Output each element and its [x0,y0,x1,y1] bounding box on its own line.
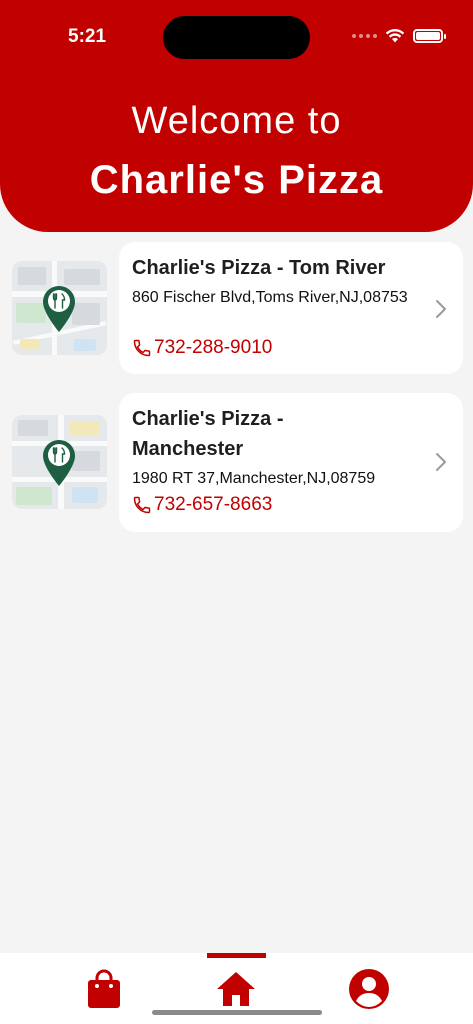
store-card[interactable]: Charlie's Pizza - Tom River 860 Fischer … [119,242,463,374]
restaurant-pin-icon [43,440,75,486]
store-phone-link[interactable]: 732-288-9010 [132,337,272,359]
status-icons [352,28,446,43]
status-time: 5:21 [68,26,107,47]
dynamic-island [163,16,310,59]
store-address: 860 Fischer Blvd,Toms River,NJ,08753 [132,289,408,306]
store-name: Charlie's Pizza - Manchester [132,408,284,460]
header-banner: 5:21 Welcome to Charlie's Pizza [0,0,473,232]
chevron-right-icon [436,453,446,471]
store-address: 1980 RT 37,Manchester,NJ,08759 [132,470,376,487]
store-phone: 732-288-9010 [154,337,273,358]
welcome-text: Welcome to [131,100,342,142]
account-icon [349,969,389,1009]
tab-home[interactable] [214,967,258,1011]
tab-account[interactable] [347,967,391,1011]
signal-icon [352,33,377,38]
tab-orders[interactable] [82,967,126,1011]
active-tab-indicator [207,953,266,958]
phone-icon [133,339,151,357]
store-card[interactable]: Charlie's Pizza - Manchester 1980 RT 37,… [119,393,463,532]
brand-title: Charlie's Pizza [89,158,384,202]
shopping-bag-icon [88,969,120,1008]
store-item[interactable]: Charlie's Pizza - Manchester 1980 RT 37,… [0,393,473,532]
phone-icon [133,496,151,514]
bottom-tab-bar [0,953,473,1024]
store-phone-link[interactable]: 732-657-8663 [132,494,272,516]
store-map-thumbnail [12,415,107,509]
store-item[interactable]: Charlie's Pizza - Tom River 860 Fischer … [0,242,473,374]
store-name: Charlie's Pizza - Tom River [132,257,386,279]
home-icon [217,972,255,1006]
chevron-right-icon [436,300,446,318]
home-indicator [152,1010,322,1015]
store-map-thumbnail [12,261,107,355]
restaurant-pin-icon [43,286,75,332]
battery-icon [413,28,446,43]
wifi-icon [385,28,405,43]
store-phone: 732-657-8663 [154,494,273,515]
